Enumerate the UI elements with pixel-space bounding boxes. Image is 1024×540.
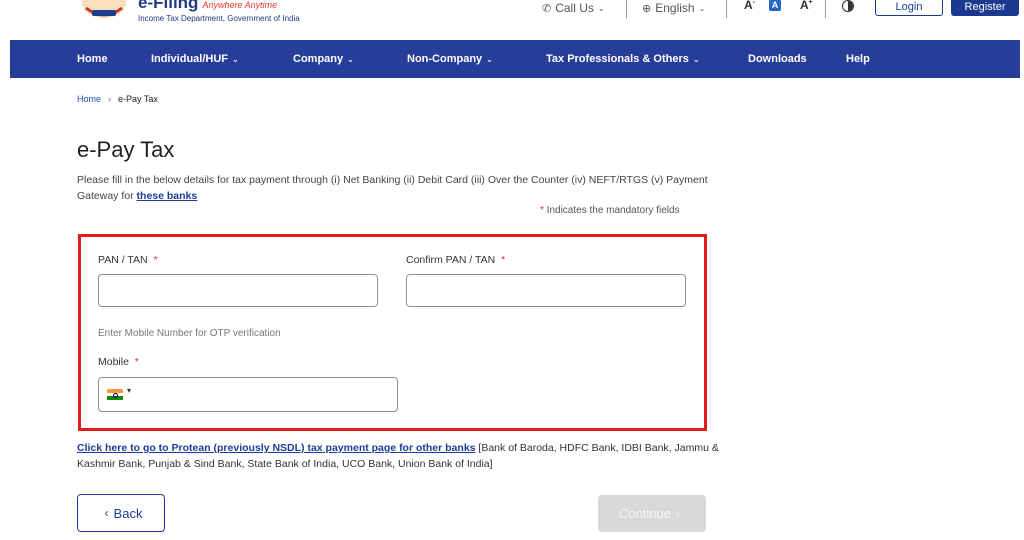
call-us-menu[interactable]: ✆ Call Us ⌄ — [542, 0, 605, 16]
continue-button[interactable]: Continue › — [598, 495, 706, 532]
chevron-right-icon: › — [108, 94, 112, 104]
divider — [825, 0, 826, 18]
top-header: e-Filing Anywhere Anytime Income Tax Depa… — [0, 0, 1024, 40]
main-nav: Home Individual/HUF ⌄ Company ⌄ Non-Compan… — [10, 40, 1020, 78]
india-flag-icon[interactable] — [107, 389, 123, 400]
login-button[interactable]: Login — [875, 0, 943, 16]
caret-down-icon[interactable]: ▾ — [127, 386, 131, 395]
chevron-down-icon: ⌄ — [232, 55, 239, 64]
these-banks-link[interactable]: these banks — [137, 190, 198, 202]
phone-icon: ✆ — [542, 2, 552, 15]
mobile-label: Mobile * — [98, 356, 139, 368]
language-menu[interactable]: ⊕ English ⌄ — [642, 0, 705, 16]
divider — [726, 0, 727, 18]
chevron-right-icon: › — [676, 506, 681, 521]
chevron-down-icon: ⌄ — [692, 55, 700, 64]
breadcrumb-home-link[interactable]: Home — [77, 94, 101, 104]
font-decrease-button[interactable]: A- — [744, 0, 755, 12]
brand[interactable]: e-Filing Anywhere Anytime Income Tax Depa… — [138, 0, 300, 24]
contrast-icon[interactable] — [842, 0, 854, 12]
nav-item-help[interactable]: Help — [846, 40, 870, 78]
nav-item-company[interactable]: Company ⌄ — [293, 40, 354, 78]
brand-title: e-Filing — [138, 0, 199, 12]
back-button[interactable]: ‹ Back — [77, 494, 165, 532]
confirm-pan-label: Confirm PAN / TAN * — [406, 254, 506, 266]
pan-label: PAN / TAN * — [98, 254, 158, 266]
chevron-down-icon: ⌄ — [597, 3, 605, 13]
breadcrumb: Home › e-Pay Tax — [77, 94, 158, 104]
nav-item-home[interactable]: Home — [77, 40, 108, 78]
font-default-button[interactable]: A — [769, 0, 781, 11]
call-us-label: Call Us — [555, 1, 594, 15]
chevron-down-icon: ⌄ — [347, 55, 354, 64]
otp-hint: Enter Mobile Number for OTP verification — [98, 328, 281, 339]
emblem-logo-icon — [82, 0, 126, 18]
divider — [626, 0, 627, 18]
brand-subtitle: Income Tax Department, Government of Ind… — [138, 14, 300, 23]
mandatory-note: * Indicates the mandatory fields — [540, 205, 680, 216]
nav-item-non-company[interactable]: Non-Company ⌄ — [407, 40, 493, 78]
protean-link[interactable]: Click here to go to Protean (previously … — [77, 442, 476, 454]
page-title: e-Pay Tax — [77, 137, 175, 162]
register-button[interactable]: Register — [951, 0, 1019, 16]
nav-item-individual-huf[interactable]: Individual/HUF ⌄ — [151, 40, 239, 78]
globe-icon: ⊕ — [642, 2, 652, 15]
language-label: English — [655, 1, 695, 15]
font-increase-button[interactable]: A+ — [800, 0, 813, 12]
brand-tagline: Anywhere Anytime — [202, 0, 278, 10]
chevron-left-icon: ‹ — [104, 506, 109, 520]
protean-info: Click here to go to Protean (previously … — [77, 440, 727, 472]
confirm-pan-input[interactable] — [406, 274, 686, 307]
page-description: Please fill in the below details for tax… — [77, 174, 708, 202]
nav-item-downloads[interactable]: Downloads — [748, 40, 807, 78]
pan-input[interactable] — [98, 274, 378, 307]
nav-item-tax-professionals[interactable]: Tax Professionals & Others ⌄ — [546, 40, 700, 78]
mobile-input[interactable]: ▾ — [98, 377, 398, 412]
chevron-down-icon: ⌄ — [698, 3, 706, 13]
chevron-down-icon: ⌄ — [486, 55, 493, 64]
breadcrumb-current: e-Pay Tax — [118, 94, 158, 104]
